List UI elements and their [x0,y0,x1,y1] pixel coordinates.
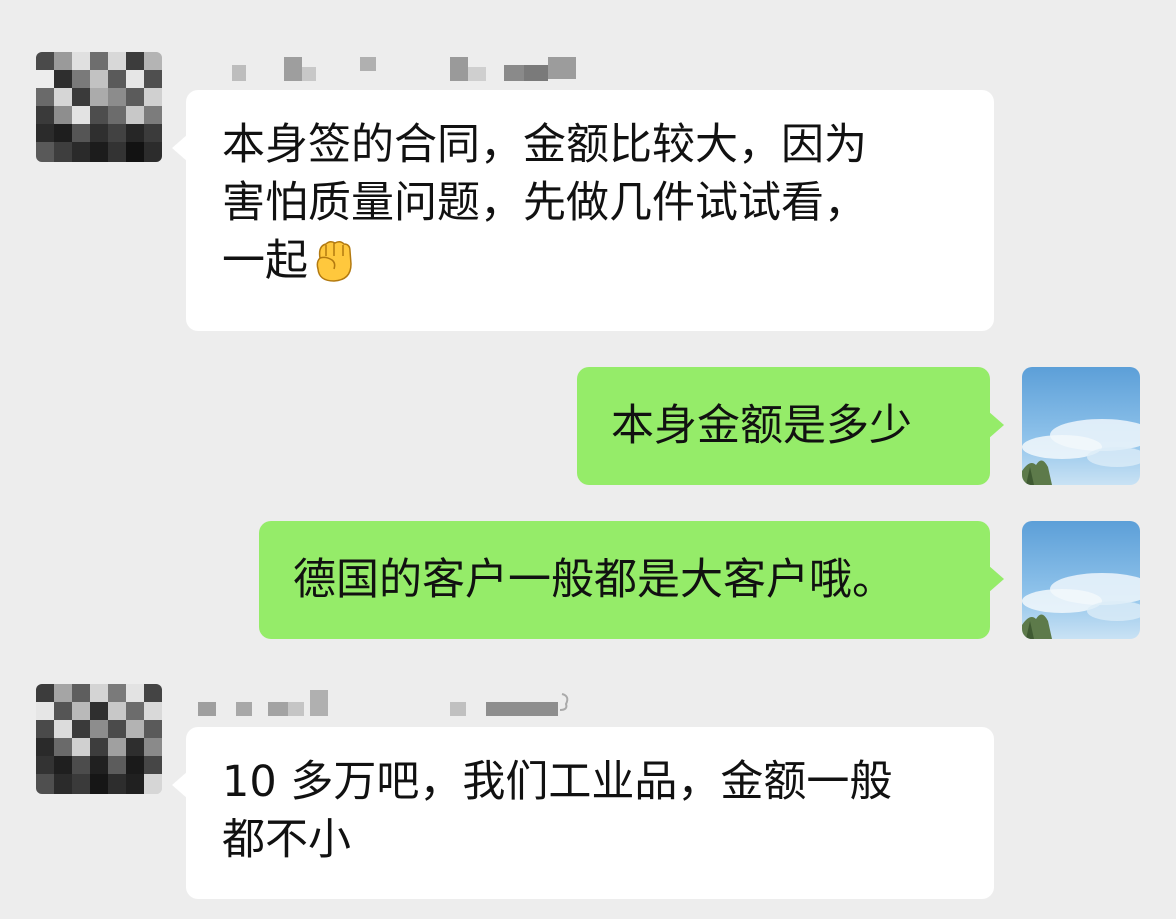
message-text-line: 本身签的合同，金额比较大，因为 [222,120,867,170]
message-text-line: 害怕质量问题，先做几件试试看， [222,178,867,228]
bubble-tail [172,134,188,162]
message-text: 本身金额是多少 [611,401,912,451]
message-text-line: 都不小 [222,815,351,865]
raised-fist-icon [316,240,352,282]
user-avatar[interactable] [1022,521,1140,639]
bubble-tail [988,411,1004,439]
user-avatar[interactable] [1022,367,1140,485]
sender-avatar[interactable] [36,52,162,162]
sender-name [196,688,576,718]
sender-avatar[interactable] [36,684,162,794]
message-bubble-incoming[interactable]: 10 多万吧，我们工业品，金额一般 都不小 [172,727,994,899]
bubble-tail [988,565,1004,593]
sender-name [210,55,590,85]
message-bubble-outgoing[interactable]: 本身金额是多少 [577,367,1004,485]
message-bubble-outgoing[interactable]: 德国的客户一般都是大客户哦。 [259,521,1004,639]
message-text-line: 一起 [222,232,964,290]
message-text-line: 10 多万吧，我们工业品，金额一般 [222,757,893,807]
message-bubble-incoming[interactable]: 本身签的合同，金额比较大，因为 害怕质量问题，先做几件试试看， 一起 [172,90,994,331]
bubble-tail [172,771,188,799]
message-text: 德国的客户一般都是大客户哦。 [293,555,895,605]
